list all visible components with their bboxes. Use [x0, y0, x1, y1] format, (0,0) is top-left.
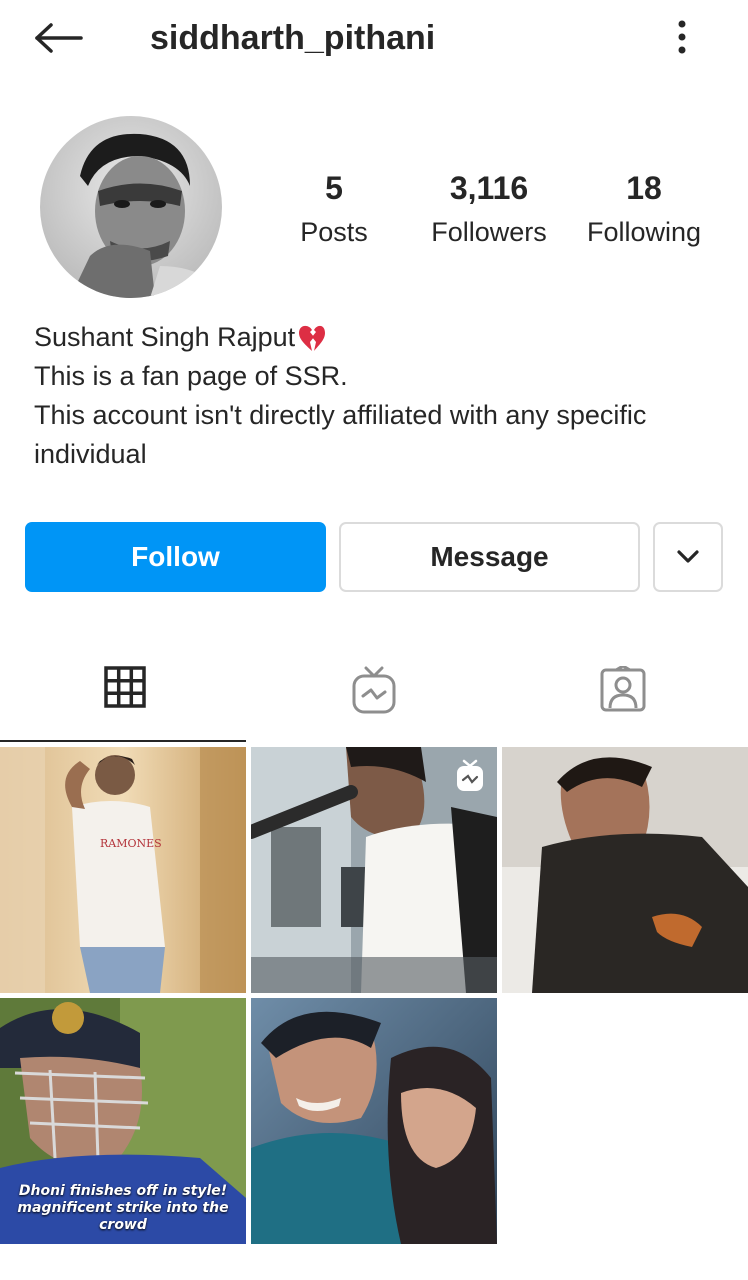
active-tab-indicator: [0, 740, 246, 742]
caption-line-2: magnificent strike into the crowd: [17, 1200, 229, 1233]
options-button[interactable]: [664, 14, 700, 60]
follow-button[interactable]: Follow: [25, 522, 326, 592]
more-vertical-icon: [678, 20, 686, 54]
chevron-down-icon: [677, 550, 699, 563]
bio-display-name: Sushant Singh Rajput: [34, 322, 296, 352]
post-image: [251, 998, 497, 1244]
tab-tagged[interactable]: [498, 650, 747, 744]
followers-value: 3,116: [449, 170, 529, 206]
post-thumbnail[interactable]: RAMONES: [0, 747, 246, 993]
profile-photo: [40, 116, 222, 298]
message-button[interactable]: Message: [339, 522, 640, 592]
posts-count[interactable]: 5 Posts: [284, 168, 384, 250]
suggested-accounts-button[interactable]: [653, 522, 723, 592]
post-caption-overlay: Dhoni finishes off in style! magnificent…: [0, 1183, 246, 1234]
bio-line-2: This account isn't directly affiliated w…: [34, 400, 647, 430]
tab-igtv[interactable]: [249, 650, 498, 744]
posts-value: 5: [325, 170, 343, 206]
followers-label: Followers: [431, 217, 547, 247]
profile-username: siddharth_pithani: [150, 19, 436, 57]
caption-line-1: Dhoni finishes off in style!: [18, 1183, 228, 1199]
profile-bio: Sushant Singh Rajput This is a fan page …: [34, 318, 724, 474]
post-thumbnail[interactable]: [251, 747, 497, 993]
tab-posts-grid[interactable]: [0, 650, 249, 744]
following-value: 18: [626, 170, 662, 206]
tagged-person-icon: [600, 666, 645, 712]
followers-count[interactable]: 3,116 Followers: [414, 168, 564, 250]
post-image: RAMONES: [0, 747, 246, 993]
svg-text:RAMONES: RAMONES: [100, 837, 162, 850]
following-label: Following: [586, 217, 702, 247]
bio-line-1: This is a fan page of SSR.: [34, 361, 348, 391]
bio-line-3: individual: [34, 439, 147, 469]
post-thumbnail[interactable]: [502, 747, 748, 993]
grid-icon: [103, 666, 146, 708]
bio-name-line: Sushant Singh Rajput: [34, 318, 724, 357]
igtv-icon: [457, 759, 483, 791]
igtv-badge: [455, 759, 485, 798]
post-thumbnail[interactable]: [251, 998, 497, 1244]
top-bar: siddharth_pithani: [0, 0, 748, 76]
avatar[interactable]: [40, 116, 222, 298]
post-thumbnail[interactable]: Dhoni finishes off in style! magnificent…: [0, 998, 246, 1244]
broken-heart-icon: [299, 325, 326, 351]
back-button[interactable]: [30, 16, 86, 60]
post-image: [502, 747, 748, 993]
following-count[interactable]: 18 Following: [574, 168, 714, 250]
profile-tabs: [0, 650, 748, 744]
posts-label: Posts: [300, 217, 368, 247]
arrow-left-icon: [35, 23, 83, 53]
igtv-icon: [352, 666, 395, 714]
